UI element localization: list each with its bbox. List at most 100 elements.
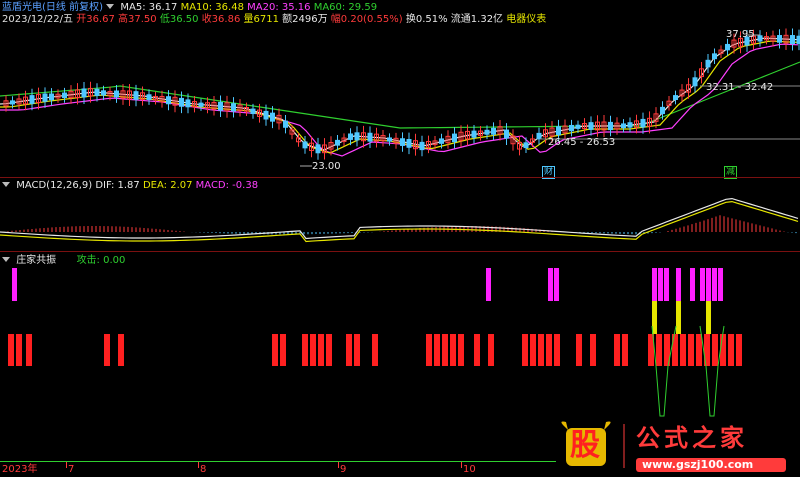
candle-body <box>270 112 275 122</box>
candle-body <box>705 59 711 68</box>
indicator-dropdown-icon[interactable] <box>2 257 10 262</box>
candle-body <box>523 142 529 149</box>
candle-body <box>42 93 48 102</box>
chart-header-row2: 2023/12/22/五 开36.67 高37.50 低36.50 收36.86… <box>2 14 546 26</box>
candle-body <box>608 121 613 131</box>
signal-bar-red <box>672 334 678 366</box>
candle-body <box>335 139 340 146</box>
signal-bar-magenta <box>706 268 711 301</box>
macd-dropdown-icon[interactable] <box>2 182 10 187</box>
attack-value: 攻击: 0.00 <box>76 255 126 266</box>
signal-bar-magenta <box>486 268 491 301</box>
time-axis: 2023年 7 8 9 10 <box>0 462 800 477</box>
signal-bar-red <box>302 334 308 366</box>
signal-bar-magenta <box>718 268 723 301</box>
signal-bar-red <box>576 334 582 366</box>
candle-body <box>588 122 594 130</box>
candle-body <box>146 94 152 100</box>
dif-value: DIF: 1.87 <box>95 180 140 191</box>
date-label: 2023/12/22/五 <box>2 14 74 25</box>
signal-bar-yellow <box>706 301 711 334</box>
candle-body <box>185 99 191 108</box>
signal-bar-red <box>26 334 32 366</box>
candle-body <box>10 100 15 105</box>
amount-value: 额2496万 <box>282 14 328 25</box>
stock-title[interactable]: 蓝盾光电(日线 前复权) <box>2 2 103 13</box>
candle-body <box>640 118 646 128</box>
range-label-1: 26.45 - 26.53 <box>548 137 616 148</box>
ma20-value: MA20: 35.16 <box>247 2 311 13</box>
axis-label-jul: 7 <box>68 464 75 475</box>
candle-body <box>419 141 425 151</box>
candle-body <box>575 124 581 129</box>
candle-body <box>400 138 405 146</box>
volume-value: 量6711 <box>243 14 279 25</box>
candle-body <box>387 137 392 142</box>
candle-body <box>315 144 321 154</box>
signal-bar-red <box>680 334 686 366</box>
candle-body <box>198 102 204 107</box>
macd-title[interactable]: MACD(12,26,9) <box>16 180 92 191</box>
candle-body <box>406 139 412 148</box>
candle-body <box>114 90 119 98</box>
signal-bar-red <box>354 334 360 366</box>
indicator-title[interactable]: 庄家共振 <box>16 255 56 266</box>
signal-bar-red <box>546 334 552 366</box>
panel-divider-1 <box>0 177 800 178</box>
signal-bar-magenta <box>712 268 717 301</box>
signal-bar-red <box>538 334 544 366</box>
candle-body <box>29 95 35 104</box>
axis-label-aug: 8 <box>200 464 207 475</box>
candle-body <box>367 132 373 142</box>
signal-bar-red <box>346 334 352 366</box>
signal-bar-magenta <box>664 268 669 301</box>
price-chart[interactable] <box>0 26 800 178</box>
candle-body <box>621 123 626 129</box>
candle-body <box>101 90 106 96</box>
range-label-2: 32.31 - 32.42 <box>706 82 774 93</box>
float-value: 流通1.32亿 <box>450 14 504 25</box>
watermark-logo-char: 股 <box>570 428 600 463</box>
candle-body <box>62 92 67 99</box>
dea-path <box>0 200 799 243</box>
ma5-line <box>0 37 799 151</box>
candle-body <box>757 35 763 42</box>
candle-body <box>49 93 54 101</box>
signal-bar-magenta <box>12 268 17 301</box>
candle-body <box>491 127 496 135</box>
macd-chart[interactable] <box>0 192 800 250</box>
macd-header: MACD(12,26,9) DIF: 1.87 DEA: 2.07 MACD: … <box>2 180 258 192</box>
candle-body <box>471 130 477 138</box>
signal-bar-red <box>280 334 286 366</box>
candle-body <box>81 88 87 98</box>
candle-body <box>439 138 444 144</box>
candle-body <box>263 110 269 120</box>
candle-body <box>231 103 236 112</box>
signal-bar-red <box>442 334 448 366</box>
low-value: 低36.50 <box>159 14 199 25</box>
candle-body <box>354 132 360 141</box>
sector-label[interactable]: 电器仪表 <box>506 14 546 25</box>
signal-bar-red <box>118 334 124 366</box>
candle-body <box>179 97 184 107</box>
signal-bar-magenta <box>548 268 553 301</box>
candle-body <box>166 96 171 105</box>
signal-bar-red <box>522 334 528 366</box>
ma5-path <box>0 37 799 151</box>
candle-body <box>660 106 665 115</box>
signal-bar-red <box>474 334 480 366</box>
signal-bar-magenta <box>690 268 695 301</box>
axis-label-year: 2023年 <box>2 464 38 475</box>
candle-body <box>536 132 542 140</box>
chart-header-row1: 蓝盾光电(日线 前复权) MA5: 36.17 MA10: 36.48 MA20… <box>2 2 377 14</box>
candle-body <box>504 129 509 139</box>
dropdown-icon[interactable] <box>106 4 115 9</box>
signal-bar-red <box>318 334 324 366</box>
candle-body <box>348 133 353 140</box>
candle-body <box>712 53 717 60</box>
signal-bar-red <box>530 334 536 366</box>
signal-bar-red <box>16 334 22 366</box>
signal-bar-red <box>488 334 494 366</box>
dif-line <box>0 197 799 240</box>
signal-bar-red <box>272 334 278 366</box>
